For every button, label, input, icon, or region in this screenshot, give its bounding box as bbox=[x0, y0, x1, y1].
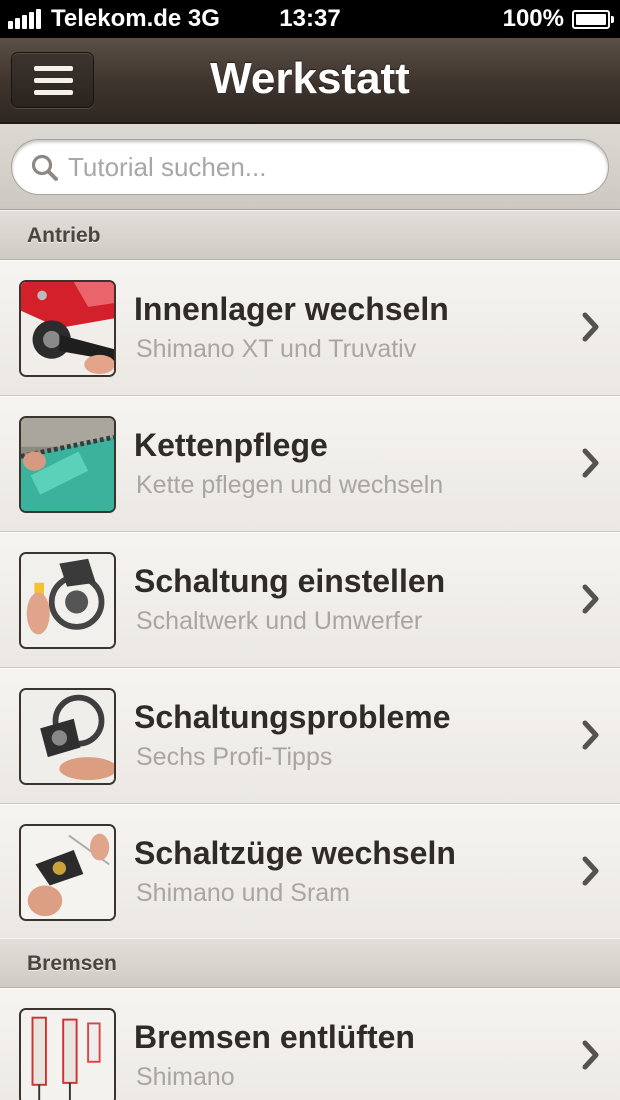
status-bar: Telekom.de 3G 13:37 100% bbox=[0, 0, 620, 38]
list-item-bremsen-entlueften[interactable]: Bremsen entlüften Shimano bbox=[0, 988, 620, 1100]
navigation-bar: Werkstatt bbox=[0, 38, 620, 124]
chevron-right-icon bbox=[582, 584, 599, 614]
search-icon bbox=[31, 154, 58, 181]
section-header-antrieb: Antrieb bbox=[0, 210, 620, 260]
battery-icon bbox=[572, 9, 614, 29]
item-title: Schaltung einstellen bbox=[134, 563, 446, 599]
list-item-schaltung-einstellen[interactable]: Schaltung einstellen Schaltwerk und Umwe… bbox=[0, 532, 620, 668]
item-title: Innenlager wechseln bbox=[134, 291, 449, 327]
chevron-right-icon bbox=[582, 1040, 599, 1070]
item-title: Bremsen entlüften bbox=[134, 1019, 415, 1055]
item-subtitle: Shimano und Sram bbox=[136, 879, 351, 907]
section-header-bremsen: Bremsen bbox=[0, 938, 620, 988]
item-title: Kettenpflege bbox=[134, 427, 328, 463]
item-subtitle: Shimano bbox=[136, 1063, 235, 1091]
battery-percent: 100% bbox=[502, 5, 564, 32]
item-subtitle: Shimano XT und Truvativ bbox=[136, 335, 417, 363]
bottom-bracket-thumbnail bbox=[19, 280, 116, 377]
section-header-label: Bremsen bbox=[27, 952, 117, 975]
chevron-right-icon bbox=[582, 720, 599, 750]
chevron-right-icon bbox=[582, 312, 599, 342]
shifting-problems-thumbnail bbox=[19, 688, 116, 785]
section-header-label: Antrieb bbox=[27, 224, 101, 247]
brake-bleed-thumbnail bbox=[19, 1008, 116, 1100]
chevron-right-icon bbox=[582, 448, 599, 478]
search-bar bbox=[0, 124, 620, 210]
chain-care-thumbnail bbox=[19, 416, 116, 513]
list-item-innenlager[interactable]: Innenlager wechseln Shimano XT und Truva… bbox=[0, 260, 620, 396]
list-item-schaltzuege[interactable]: Schaltzüge wechseln Shimano und Sram bbox=[0, 804, 620, 940]
chevron-right-icon bbox=[582, 856, 599, 886]
item-subtitle: Schaltwerk und Umwerfer bbox=[136, 607, 423, 635]
item-subtitle: Kette pflegen und wechseln bbox=[136, 471, 444, 499]
item-title: Schaltungsprobleme bbox=[134, 699, 451, 735]
item-title: Schaltzüge wechseln bbox=[134, 835, 456, 871]
shift-cable-thumbnail bbox=[19, 824, 116, 921]
list-item-schaltungsprobleme[interactable]: Schaltungsprobleme Sechs Profi-Tipps bbox=[0, 668, 620, 804]
search-field[interactable] bbox=[11, 139, 609, 195]
search-input[interactable] bbox=[68, 148, 588, 186]
derailleur-adjust-thumbnail bbox=[19, 552, 116, 649]
item-subtitle: Sechs Profi-Tipps bbox=[136, 743, 333, 771]
page-title: Werkstatt bbox=[210, 54, 410, 103]
list-item-kettenpflege[interactable]: Kettenpflege Kette pflegen und wechseln bbox=[0, 396, 620, 532]
